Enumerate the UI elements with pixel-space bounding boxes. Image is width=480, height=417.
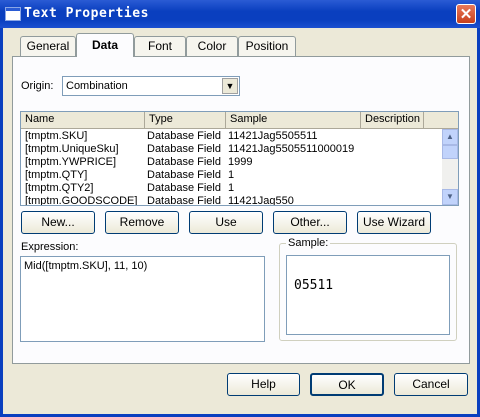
field-type: Database Field xyxy=(147,143,221,155)
field-type: Database Field xyxy=(147,156,221,168)
window-icon xyxy=(5,7,21,21)
field-sample: 11421Jag5505511000019 xyxy=(228,143,355,155)
list-header: Name Type Sample Description xyxy=(21,112,458,129)
field-name: [tmptm.QTY2] xyxy=(25,182,94,194)
vertical-scrollbar[interactable]: ▲ ▼ xyxy=(442,129,458,205)
tab-general[interactable]: General xyxy=(20,36,76,56)
field-name: [tmptm.QTY] xyxy=(25,169,88,181)
tab-data[interactable]: Data xyxy=(76,33,134,57)
field-name: [tmptm.GOODSCODE] xyxy=(25,195,138,206)
list-row[interactable]: [tmptm.SKU] Database Field 11421Jag55055… xyxy=(21,130,441,143)
sample-label: Sample: xyxy=(286,237,331,249)
field-name: [tmptm.YWPRICE] xyxy=(25,156,117,168)
close-button[interactable]: ✕ xyxy=(456,4,476,24)
origin-select[interactable]: Combination ▼ xyxy=(62,76,240,96)
tab-font[interactable]: Font xyxy=(134,36,186,56)
scroll-up-icon[interactable]: ▲ xyxy=(442,129,458,145)
new-button[interactable]: New... xyxy=(21,211,95,234)
list-row[interactable]: [tmptm.GOODSCODE] Database Field 11421Ja… xyxy=(21,195,441,206)
field-type: Database Field xyxy=(147,182,221,194)
list-row[interactable]: [tmptm.YWPRICE] Database Field 1999 xyxy=(21,156,441,169)
field-sample: 1999 xyxy=(228,156,253,168)
column-header-type[interactable]: Type xyxy=(145,112,226,128)
other-button[interactable]: Other... xyxy=(273,211,347,234)
field-type: Database Field xyxy=(147,130,221,142)
remove-button[interactable]: Remove xyxy=(105,211,179,234)
chevron-down-icon[interactable]: ▼ xyxy=(222,78,238,94)
sample-display: 05511 xyxy=(286,255,450,335)
column-header-name[interactable]: Name xyxy=(21,112,145,128)
origin-label: Origin: xyxy=(21,80,54,92)
origin-value: Combination xyxy=(66,80,128,92)
column-header-sample[interactable]: Sample xyxy=(226,112,361,128)
title-bar: Text Properties ✕ xyxy=(0,0,480,28)
list-row[interactable]: [tmptm.UniqueSku] Database Field 11421Ja… xyxy=(21,143,441,156)
expression-label: Expression: xyxy=(21,241,79,253)
scroll-thumb[interactable] xyxy=(442,145,458,159)
field-sample: 11421Jag5505511 xyxy=(228,130,318,142)
ok-button[interactable]: OK xyxy=(310,373,384,396)
use-button[interactable]: Use xyxy=(189,211,263,234)
field-sample: 11421Jag550 xyxy=(228,195,294,206)
use-wizard-button[interactable]: Use Wizard xyxy=(357,211,431,234)
tab-color[interactable]: Color xyxy=(186,36,238,56)
fields-list[interactable]: Name Type Sample Description [tmptm.SKU]… xyxy=(20,111,459,206)
sample-value: 05511 xyxy=(294,278,334,293)
column-header-description[interactable]: Description xyxy=(361,112,424,128)
expression-field[interactable]: Mid([tmptm.SKU], 11, 10) xyxy=(20,256,265,342)
list-row[interactable]: [tmptm.QTY] Database Field 1 xyxy=(21,169,441,182)
field-sample: 1 xyxy=(228,182,235,194)
field-name: [tmptm.SKU] xyxy=(25,130,88,142)
field-type: Database Field xyxy=(147,169,221,181)
cancel-button[interactable]: Cancel xyxy=(394,373,468,396)
window-title: Text Properties xyxy=(24,6,149,21)
scroll-down-icon[interactable]: ▼ xyxy=(442,189,458,205)
field-type: Database Field xyxy=(147,195,221,206)
field-name: [tmptm.UniqueSku] xyxy=(25,143,119,155)
help-button[interactable]: Help xyxy=(227,373,300,396)
list-row[interactable]: [tmptm.QTY2] Database Field 1 xyxy=(21,182,441,195)
tab-position[interactable]: Position xyxy=(238,36,296,56)
field-sample: 1 xyxy=(228,169,235,181)
